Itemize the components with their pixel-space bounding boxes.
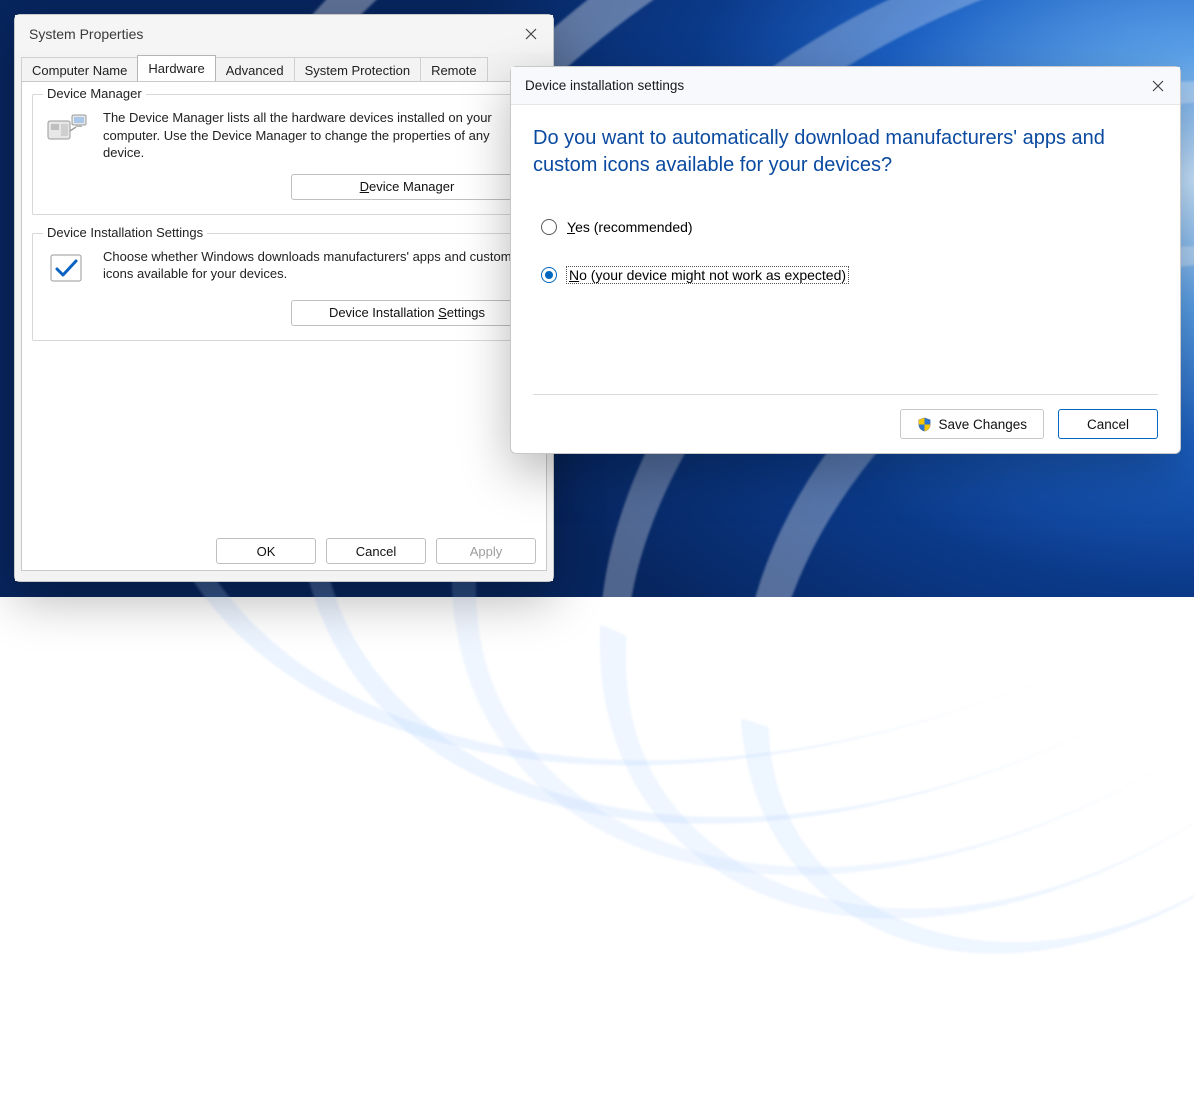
dialog-actions: Save Changes Cancel bbox=[533, 409, 1158, 439]
close-button[interactable] bbox=[1136, 66, 1180, 106]
system-properties-window: System Properties Computer Name Hardware… bbox=[14, 14, 554, 582]
tab-advanced[interactable]: Advanced bbox=[215, 57, 295, 82]
ok-button[interactable]: OK bbox=[216, 538, 316, 564]
save-changes-label: Save Changes bbox=[938, 417, 1027, 432]
tab-computer-name[interactable]: Computer Name bbox=[21, 57, 138, 82]
window-title: System Properties bbox=[29, 26, 143, 42]
device-manager-button[interactable]: Device Manager bbox=[291, 174, 523, 200]
dialog-question: Do you want to automatically download ma… bbox=[533, 125, 1158, 179]
device-installation-settings-group: Device Installation Settings Choose whet… bbox=[32, 233, 536, 341]
titlebar[interactable]: System Properties bbox=[15, 15, 553, 53]
device-manager-desc: The Device Manager lists all the hardwar… bbox=[103, 109, 525, 162]
group-legend: Device Manager bbox=[43, 86, 146, 101]
device-installation-desc: Choose whether Windows downloads manufac… bbox=[103, 248, 525, 283]
device-manager-group: Device Manager The Device Ma bbox=[32, 94, 536, 215]
check-icon bbox=[43, 248, 91, 288]
cancel-button[interactable]: Cancel bbox=[326, 538, 426, 564]
tab-remote[interactable]: Remote bbox=[420, 57, 488, 82]
radio-yes-label: Yes (recommended) bbox=[567, 219, 693, 235]
close-icon bbox=[1152, 80, 1164, 92]
separator bbox=[533, 394, 1158, 395]
device-installation-settings-button[interactable]: Device Installation Settings bbox=[291, 300, 523, 326]
tab-system-protection[interactable]: System Protection bbox=[294, 57, 422, 82]
dialog-title: Device installation settings bbox=[525, 78, 684, 93]
titlebar[interactable]: Device installation settings bbox=[511, 67, 1180, 105]
tab-hardware[interactable]: Hardware bbox=[137, 55, 215, 81]
uac-shield-icon bbox=[917, 417, 932, 432]
dialog-button-bar: OK Cancel Apply bbox=[32, 538, 536, 564]
close-icon bbox=[525, 28, 537, 40]
radio-indicator-icon bbox=[541, 219, 557, 235]
radio-yes[interactable]: Yes (recommended) bbox=[541, 219, 1158, 235]
radio-no[interactable]: No (your device might not work as expect… bbox=[541, 267, 1158, 283]
radio-indicator-icon bbox=[541, 267, 557, 283]
cancel-button[interactable]: Cancel bbox=[1058, 409, 1158, 439]
device-manager-icon bbox=[43, 109, 91, 149]
radio-no-label: No (your device might not work as expect… bbox=[567, 267, 848, 283]
hardware-tab-panel: Device Manager The Device Ma bbox=[21, 81, 547, 571]
tabstrip: Computer Name Hardware Advanced System P… bbox=[15, 53, 553, 81]
close-button[interactable] bbox=[509, 14, 553, 54]
apply-button[interactable]: Apply bbox=[436, 538, 536, 564]
save-changes-button[interactable]: Save Changes bbox=[900, 409, 1044, 439]
group-legend: Device Installation Settings bbox=[43, 225, 207, 240]
device-installation-settings-dialog: Device installation settings Do you want… bbox=[510, 66, 1181, 454]
